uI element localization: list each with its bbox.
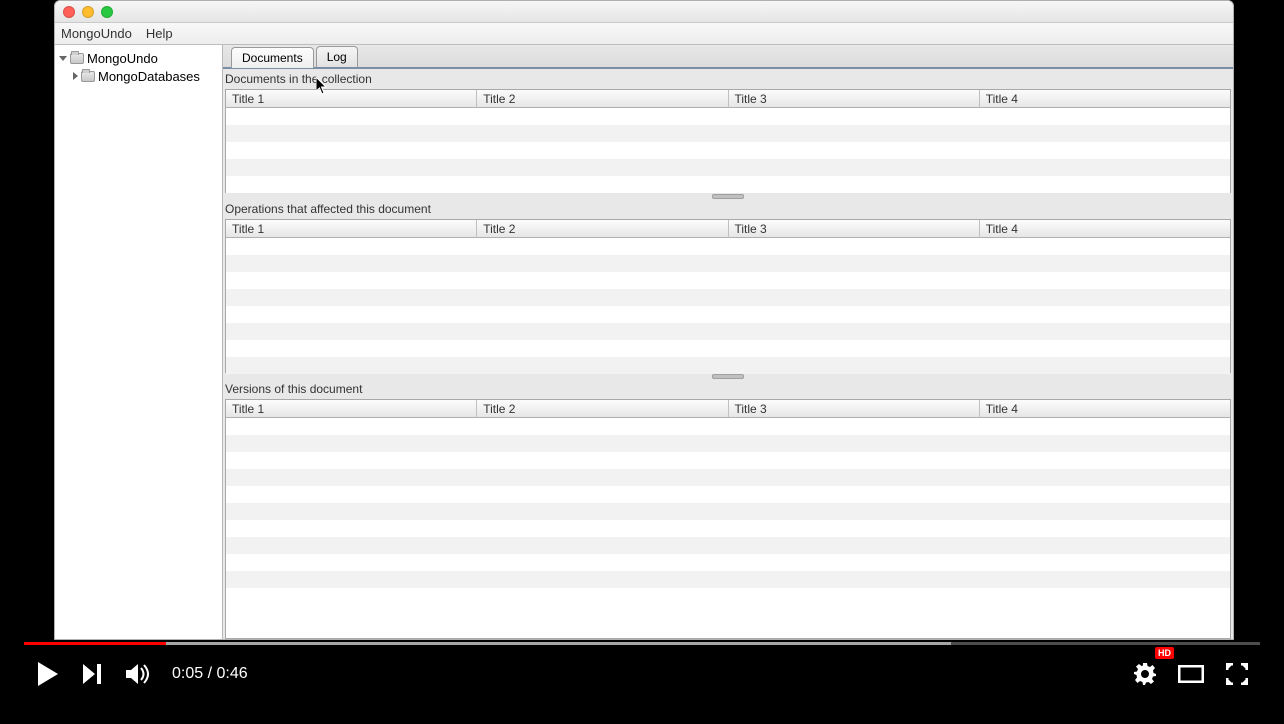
- menubar: MongoUndo Help: [55, 23, 1233, 45]
- progress-played: [24, 642, 166, 645]
- table-row[interactable]: [226, 255, 1230, 272]
- table-row[interactable]: [226, 571, 1230, 588]
- tab-documents[interactable]: Documents: [231, 47, 314, 68]
- menu-app[interactable]: MongoUndo: [61, 26, 132, 41]
- disclosure-closed-icon[interactable]: [73, 72, 78, 80]
- tab-log[interactable]: Log: [316, 46, 358, 67]
- video-frame: MongoUndo Help MongoUndo MongoDatabases …: [0, 0, 1284, 724]
- table-header: Title 1 Title 2 Title 3 Title 4: [226, 90, 1230, 108]
- table-row[interactable]: [226, 452, 1230, 469]
- col-title-4[interactable]: Title 4: [980, 220, 1230, 238]
- tree-root[interactable]: MongoUndo: [55, 49, 222, 67]
- time-total: 0:46: [216, 665, 247, 682]
- table-body: [226, 238, 1230, 374]
- volume-button[interactable]: [116, 651, 162, 697]
- minimize-icon[interactable]: [82, 6, 94, 18]
- settings-button[interactable]: HD: [1122, 651, 1168, 697]
- col-title-1[interactable]: Title 1: [226, 220, 477, 238]
- col-title-2[interactable]: Title 2: [477, 220, 728, 238]
- table-row[interactable]: [226, 142, 1230, 159]
- tree-root-label: MongoUndo: [87, 51, 158, 66]
- table-header: Title 1 Title 2 Title 3 Title 4: [226, 400, 1230, 418]
- disclosure-open-icon[interactable]: [59, 56, 67, 61]
- folder-icon: [81, 71, 95, 82]
- titlebar[interactable]: [55, 1, 1233, 23]
- tree-child-label: MongoDatabases: [98, 69, 200, 84]
- col-title-1[interactable]: Title 1: [226, 90, 477, 108]
- documents-table[interactable]: Title 1 Title 2 Title 3 Title 4: [225, 89, 1231, 193]
- table-row[interactable]: [226, 486, 1230, 503]
- section-versions-label: Versions of this document: [223, 379, 1233, 399]
- player-controls: 0:05 / 0:46 HD: [24, 642, 1260, 724]
- table-body: [226, 108, 1230, 193]
- col-title-1[interactable]: Title 1: [226, 400, 477, 418]
- table-row[interactable]: [226, 272, 1230, 289]
- play-button[interactable]: [24, 651, 70, 697]
- table-row[interactable]: [226, 159, 1230, 176]
- table-row[interactable]: [226, 125, 1230, 142]
- col-title-3[interactable]: Title 3: [729, 220, 980, 238]
- col-title-2[interactable]: Title 2: [477, 400, 728, 418]
- tree-child[interactable]: MongoDatabases: [55, 67, 222, 85]
- section-documents-label: Documents in the collection: [223, 69, 1233, 89]
- time-display: 0:05 / 0:46: [172, 665, 248, 683]
- tabs-row: Documents Log: [223, 45, 1233, 69]
- col-title-3[interactable]: Title 3: [729, 90, 980, 108]
- operations-table[interactable]: Title 1 Title 2 Title 3 Title 4: [225, 219, 1231, 373]
- main-panel: Documents Log Documents in the collectio…: [223, 45, 1233, 639]
- time-current: 0:05: [172, 665, 203, 682]
- table-row[interactable]: [226, 176, 1230, 193]
- table-row[interactable]: [226, 357, 1230, 374]
- section-operations-label: Operations that affected this document: [223, 199, 1233, 219]
- col-title-2[interactable]: Title 2: [477, 90, 728, 108]
- table-row[interactable]: [226, 306, 1230, 323]
- time-sep: /: [203, 665, 216, 682]
- col-title-4[interactable]: Title 4: [980, 90, 1230, 108]
- table-row[interactable]: [226, 503, 1230, 520]
- next-button[interactable]: [70, 651, 116, 697]
- table-row[interactable]: [226, 418, 1230, 435]
- folder-icon: [70, 53, 84, 64]
- hd-badge: HD: [1155, 647, 1174, 659]
- menu-help[interactable]: Help: [146, 26, 173, 41]
- table-row[interactable]: [226, 238, 1230, 255]
- table-row[interactable]: [226, 537, 1230, 554]
- table-row[interactable]: [226, 469, 1230, 486]
- table-row[interactable]: [226, 108, 1230, 125]
- maximize-icon[interactable]: [101, 6, 113, 18]
- table-row[interactable]: [226, 435, 1230, 452]
- col-title-4[interactable]: Title 4: [980, 400, 1230, 418]
- close-icon[interactable]: [63, 6, 75, 18]
- table-header: Title 1 Title 2 Title 3 Title 4: [226, 220, 1230, 238]
- table-row[interactable]: [226, 554, 1230, 571]
- theater-mode-button[interactable]: [1168, 651, 1214, 697]
- col-title-3[interactable]: Title 3: [729, 400, 980, 418]
- table-row[interactable]: [226, 520, 1230, 537]
- versions-table[interactable]: Title 1 Title 2 Title 3 Title 4: [225, 399, 1231, 639]
- progress-bar[interactable]: [24, 642, 1260, 645]
- table-row[interactable]: [226, 340, 1230, 357]
- app-window: MongoUndo Help MongoUndo MongoDatabases …: [54, 0, 1234, 640]
- table-row[interactable]: [226, 323, 1230, 340]
- table-body: [226, 418, 1230, 588]
- fullscreen-button[interactable]: [1214, 651, 1260, 697]
- table-row[interactable]: [226, 289, 1230, 306]
- sidebar: MongoUndo MongoDatabases: [55, 45, 223, 639]
